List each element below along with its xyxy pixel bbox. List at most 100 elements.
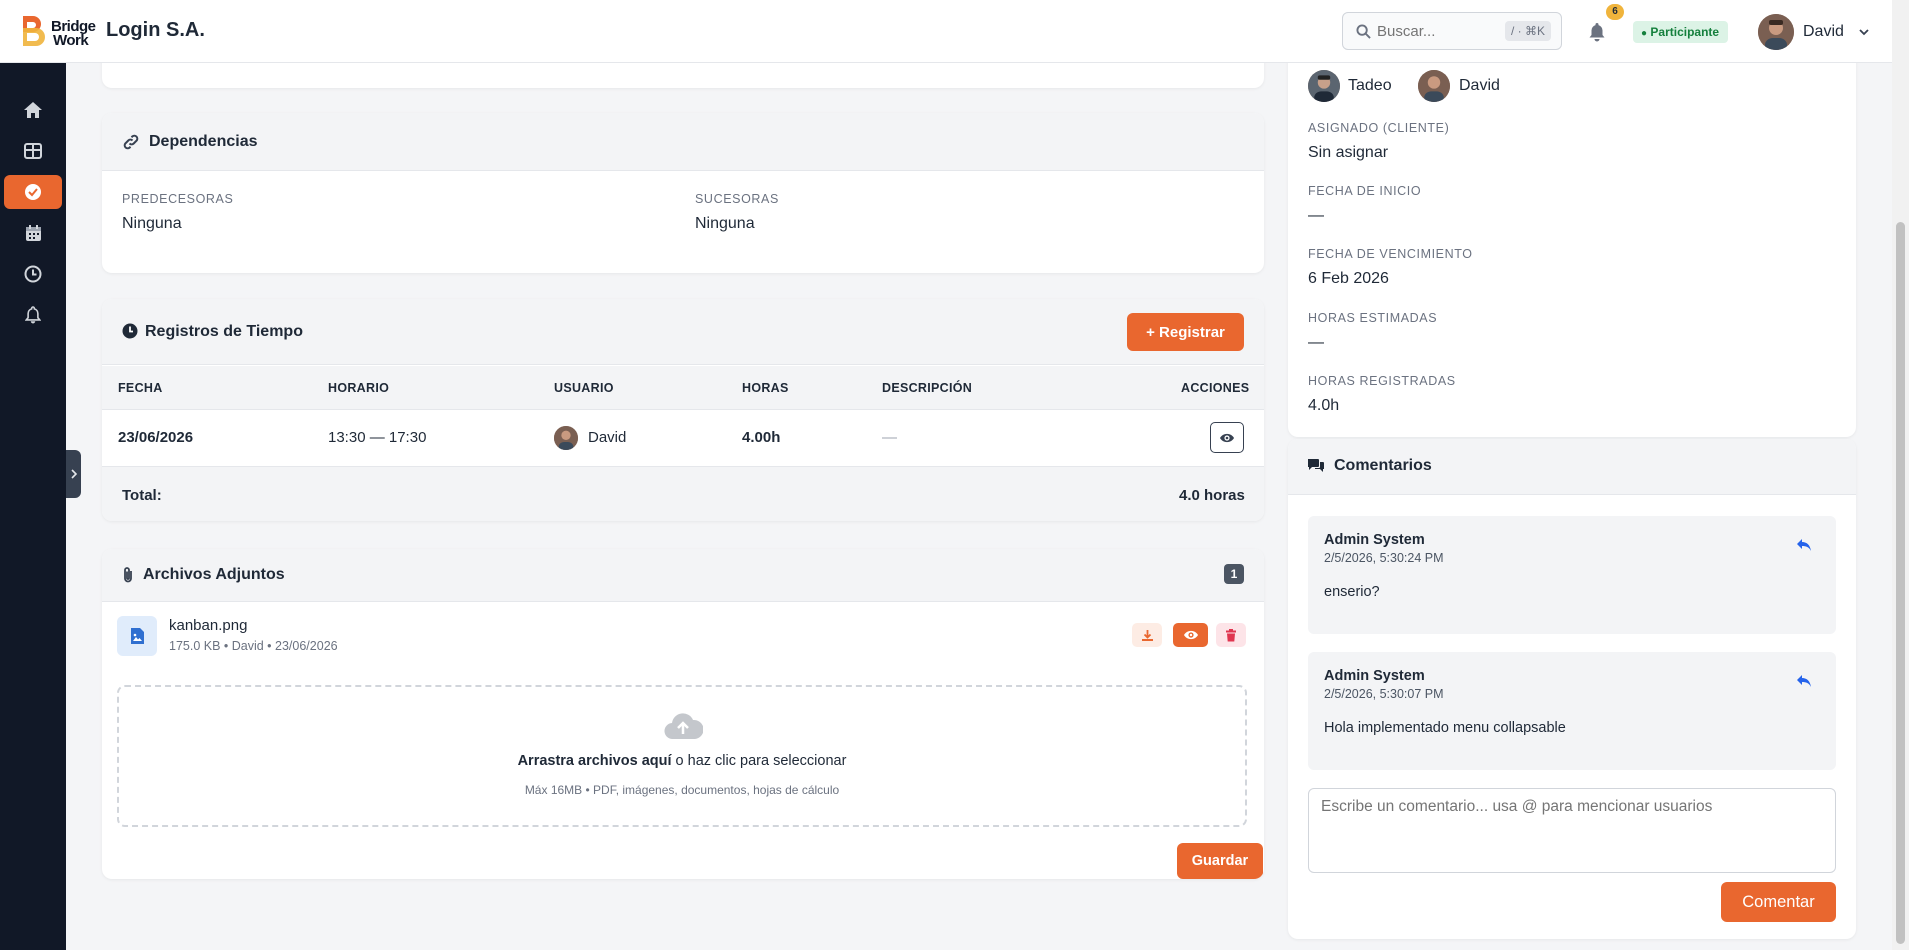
logged-hours-label: HORAS REGISTRADAS (1308, 374, 1456, 388)
delete-file-button[interactable] (1216, 623, 1246, 647)
download-icon (1141, 629, 1153, 641)
row-description: — (882, 429, 897, 446)
time-logs-table-header (102, 366, 1264, 410)
sidebar-item-calendar[interactable] (4, 216, 62, 250)
logged-hours-value: 4.0h (1308, 397, 1340, 414)
user-avatar (1758, 14, 1794, 50)
notifications-bell-icon[interactable] (1588, 22, 1606, 42)
time-logs-total-row (102, 466, 1264, 521)
file-name[interactable]: kanban.png (169, 617, 247, 634)
column-header-schedule: HORARIO (328, 381, 390, 395)
due-date-value: 6 Feb 2026 (1308, 270, 1389, 287)
save-button[interactable]: Guardar (1177, 843, 1263, 879)
row-schedule: 13:30 — 17:30 (328, 429, 427, 446)
notifications-count-badge: 6 (1606, 4, 1624, 20)
successors-label: SUCESORAS (695, 192, 779, 206)
logo-text: Bridge Work (51, 18, 96, 49)
brand-logo[interactable]: Bridge Work (20, 14, 100, 50)
bell-icon (25, 306, 41, 324)
submit-comment-button[interactable]: Comentar (1721, 882, 1836, 922)
start-date-label: FECHA DE INICIO (1308, 184, 1422, 198)
organization-name: Login S.A. (106, 19, 205, 41)
search-box[interactable]: / · ⌘K (1342, 12, 1562, 50)
comment-author: Admin System (1324, 668, 1425, 684)
dropzone-text: Arrastra archivos aquí o haz clic para s… (517, 753, 847, 769)
view-time-log-button[interactable] (1210, 422, 1244, 453)
predecessors-value: Ninguna (122, 215, 182, 232)
trash-icon (1226, 628, 1236, 641)
estimated-hours-label: HORAS ESTIMADAS (1308, 311, 1438, 325)
sidebar-collapse-toggle[interactable] (66, 450, 81, 498)
predecessors-label: PREDECESORAS (122, 192, 234, 206)
assignee-avatar (1418, 70, 1450, 102)
comment-body: Hola implementado menu collapsable (1324, 720, 1566, 736)
attachments-title: Archivos Adjuntos (143, 566, 285, 583)
column-header-description: DESCRIPCIÓN (882, 381, 973, 395)
comments-title: Comentarios (1334, 457, 1432, 474)
client-assignee-value: Sin asignar (1308, 144, 1389, 161)
cloud-upload-icon (664, 713, 703, 740)
preview-file-button[interactable] (1173, 623, 1208, 647)
paperclip-icon (124, 567, 132, 583)
sidebar-item-home[interactable] (4, 93, 62, 127)
attachments-count-badge: 1 (1224, 564, 1244, 584)
start-date-value: — (1308, 207, 1324, 224)
dependencies-card: Dependencias PREDECESORAS Ninguna SUCESO… (102, 113, 1264, 273)
role-badge: ● Participante (1633, 21, 1729, 43)
dashboard-icon (24, 143, 42, 159)
sidebar-item-time[interactable] (4, 257, 62, 291)
total-label: Total: (122, 487, 162, 504)
dependencies-header (102, 113, 1264, 171)
user-icon: ● (1641, 28, 1648, 39)
chevron-right-icon (70, 469, 77, 479)
top-bar: Bridge Work Login S.A. / · ⌘K 6 ● Partic… (0, 0, 1892, 63)
sidebar-item-tasks[interactable] (4, 175, 62, 209)
column-header-actions: ACCIONES (1181, 381, 1250, 395)
time-logs-title: Registros de Tiempo (145, 323, 303, 340)
user-menu[interactable]: David (1758, 14, 1888, 50)
link-icon (123, 134, 139, 150)
home-icon (24, 102, 42, 118)
comment-item: Admin System 2/5/2026, 5:30:24 PM enseri… (1308, 516, 1836, 634)
row-user: David (588, 429, 627, 446)
dependencies-title: Dependencias (149, 133, 258, 150)
estimated-hours-value: — (1308, 334, 1324, 351)
sidebar (0, 63, 66, 950)
comments-icon (1308, 459, 1324, 472)
sidebar-item-dashboard[interactable] (4, 134, 62, 168)
comment-body: enserio? (1324, 584, 1380, 600)
image-file-icon (117, 616, 157, 656)
eye-icon (1183, 630, 1198, 640)
reply-icon[interactable] (1796, 538, 1812, 552)
register-time-button[interactable]: + Registrar (1127, 313, 1244, 351)
assignee-name: David (1459, 77, 1500, 94)
page-scrollbar-thumb[interactable] (1896, 222, 1905, 944)
download-file-button[interactable] (1132, 623, 1162, 647)
comment-item: Admin System 2/5/2026, 5:30:07 PM Hola i… (1308, 652, 1836, 770)
logo-mark-icon (23, 16, 45, 46)
comment-author: Admin System (1324, 532, 1425, 548)
search-input[interactable] (1377, 21, 1507, 41)
row-user-avatar (554, 426, 578, 450)
assignee-avatar (1308, 70, 1340, 102)
column-header-date: FECHA (118, 381, 163, 395)
assignee-name: Tadeo (1348, 77, 1392, 94)
client-assignee-label: ASIGNADO (CLIENTE) (1308, 121, 1450, 135)
file-dropzone[interactable]: Arrastra archivos aquí o haz clic para s… (117, 685, 1247, 827)
comment-input[interactable] (1308, 788, 1836, 873)
row-date: 23/06/2026 (118, 429, 194, 446)
search-shortcut-hint: / · ⌘K (1504, 21, 1551, 41)
user-name: David (1803, 23, 1844, 40)
column-header-hours: HORAS (742, 381, 789, 395)
successors-value: Ninguna (695, 215, 755, 232)
sidebar-item-notifications[interactable] (4, 298, 62, 332)
comment-time: 2/5/2026, 5:30:24 PM (1324, 551, 1444, 565)
search-icon (1356, 24, 1371, 39)
reply-icon[interactable] (1796, 674, 1812, 688)
attachments-card: Archivos Adjuntos 1 kanban.png 175.0 KB … (102, 549, 1264, 879)
time-logs-card: Registros de Tiempo + Registrar (102, 299, 1264, 521)
due-date-label: FECHA DE VENCIMIENTO (1308, 247, 1473, 261)
clock-icon (24, 265, 42, 283)
row-hours: 4.00h (742, 429, 781, 446)
clock-icon (122, 323, 138, 339)
